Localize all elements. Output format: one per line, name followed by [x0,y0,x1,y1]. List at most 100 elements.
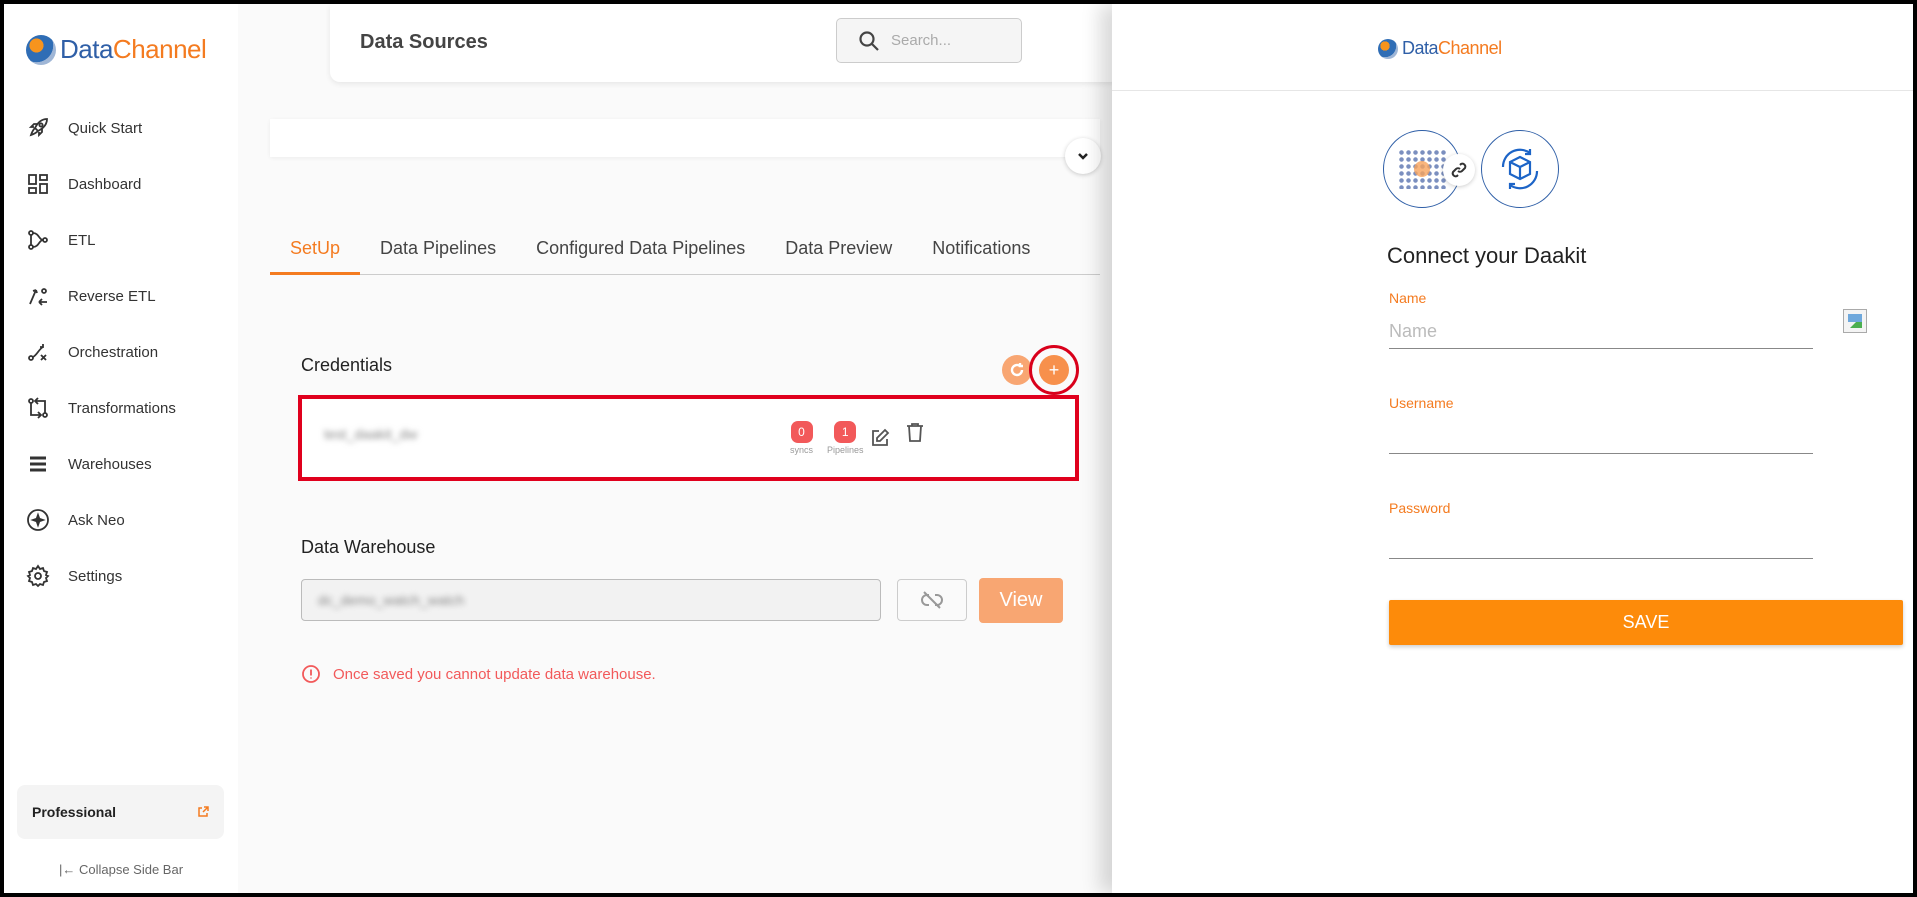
password-field-label: Password [1389,500,1451,516]
password-field[interactable] [1389,525,1813,559]
connect-panel: DataChannel Connect your Daakit Name Use… [1112,4,1913,893]
warehouses-icon [30,456,46,472]
gear-icon [26,564,50,588]
datachannel-sync-logo [1481,130,1559,208]
pipelines-label: Pipelines [827,445,864,455]
broken-image-icon [1843,309,1867,333]
sidebar-item-ask-neo[interactable]: Ask Neo [4,492,238,548]
data-warehouse-field[interactable]: dc_demo_watch_watch [301,579,881,621]
save-button[interactable]: SAVE [1389,600,1903,645]
warehouse-warning-text: Once saved you cannot update data wareho… [333,665,656,683]
refresh-credentials-button[interactable] [1002,355,1032,385]
name-field-label: Name [1389,290,1427,306]
sidebar-item-transformations[interactable]: Transformations [4,380,238,436]
sparkle-icon [27,509,49,531]
panel-brand-logo: DataChannel [1378,38,1502,59]
username-field[interactable] [1389,420,1813,454]
brand-name-part1: Data [60,34,113,64]
syncs-counter: 0 syncs [790,421,813,455]
sidebar-item-warehouses[interactable]: Warehouses [4,436,238,492]
add-credential-highlight: + [1029,345,1079,395]
sidebar-item-orchestration[interactable]: Orchestration [4,324,238,380]
tab-notifications[interactable]: Notifications [912,228,1050,275]
cube-sync-icon [1501,148,1539,190]
syncs-label: syncs [790,445,814,455]
search-icon [859,30,879,51]
chevron-down-icon [1078,153,1088,160]
logo-mark-icon [1378,38,1398,59]
trash-icon [907,423,923,442]
tab-data-preview[interactable]: Data Preview [765,228,912,275]
data-warehouse-title: Data Warehouse [301,537,436,557]
sidebar-item-label: Reverse ETL [68,287,156,305]
page-header: Data Sources Search... [330,4,1120,82]
sidebar-item-label: Warehouses [68,455,152,473]
sidebar-item-label: Quick Start [68,119,143,137]
sidebar-item-label: Settings [68,567,123,585]
sidebar-item-label: ETL [68,231,96,249]
brand-name-part2: Channel [1438,38,1502,58]
sidebar-item-quick-start[interactable]: Quick Start [4,100,238,156]
collapse-sidebar-button[interactable]: |← Collapse Side Bar [4,862,238,877]
add-credential-button[interactable]: + [1039,355,1069,385]
reverse-etl-icon [29,288,47,306]
transformations-icon [28,397,48,419]
panel-brand-name: DataChannel [1402,38,1502,59]
sidebar-nav: Quick Start Dashboard ETL Reverse ETL Or… [4,100,238,604]
sidebar-item-label: Ask Neo [68,511,125,529]
connect-title: Connect your Daakit [1387,243,1587,268]
link-connector [1443,154,1475,186]
sidebar: DataChannel Quick Start Dashboard ETL Re… [4,4,238,893]
plus-icon: + [1048,359,1060,380]
collapse-sidebar-label: Collapse Side Bar [78,862,184,877]
tab-bar: SetUp Data Pipelines Configured Data Pip… [270,228,1100,275]
sidebar-item-settings[interactable]: Settings [4,548,238,604]
source-info-strip [270,119,1100,157]
edit-credential-button[interactable] [869,427,891,449]
name-field[interactable] [1389,315,1813,349]
panel-header: DataChannel [1112,4,1913,91]
app-window: DataChannel Quick Start Dashboard ETL Re… [4,4,1913,893]
credentials-title: Credentials [301,355,393,375]
dashboard-icon [28,174,48,194]
pipelines-count-badge: 1 [834,421,857,443]
collapse-arrow-icon: |← [58,862,76,877]
sidebar-item-etl[interactable]: ETL [4,212,238,268]
pipelines-counter: 1 Pipelines [827,421,864,455]
plan-name: Professional [32,804,117,820]
tab-configured-data-pipelines[interactable]: Configured Data Pipelines [516,228,765,275]
warehouse-warning: Once saved you cannot update data wareho… [301,664,656,684]
edit-icon [872,428,890,446]
tab-setup[interactable]: SetUp [270,228,361,275]
page-title: Data Sources [360,31,488,53]
daakit-logo-icon [1398,149,1446,189]
sidebar-item-reverse-etl[interactable]: Reverse ETL [4,268,238,324]
tab-data-pipelines[interactable]: Data Pipelines [360,228,516,275]
sidebar-item-dashboard[interactable]: Dashboard [4,156,238,212]
credential-row[interactable]: test_daakit_dw 0 syncs 1 Pipelines [298,395,1079,481]
external-link-icon [198,806,209,817]
sidebar-item-label: Orchestration [68,343,159,361]
view-warehouse-button[interactable]: View [979,578,1063,623]
brand-name-part1: Data [1402,38,1439,58]
syncs-count-badge: 0 [790,421,813,443]
expand-toggle-button[interactable] [1065,138,1101,174]
orchestration-icon [28,344,47,361]
data-warehouse-value: dc_demo_watch_watch [318,592,465,608]
plan-box[interactable]: Professional [17,785,224,839]
search-input[interactable]: Search... [836,18,1022,63]
search-placeholder: Search... [891,32,952,49]
brand-name-part2: Channel [112,34,207,64]
unlink-warehouse-button[interactable] [897,579,967,621]
link-icon [1451,162,1467,178]
username-field-label: Username [1389,395,1454,411]
brand-name: DataChannel [60,34,207,65]
sidebar-item-label: Dashboard [68,175,142,193]
sidebar-item-label: Transformations [68,399,176,417]
unlink-icon [921,591,943,609]
logo-mark-icon [26,34,56,65]
brand-logo[interactable]: DataChannel [26,34,207,65]
alert-circle-icon [302,665,320,683]
delete-credential-button[interactable] [904,421,926,443]
credential-name: test_daakit_dw [324,426,418,442]
